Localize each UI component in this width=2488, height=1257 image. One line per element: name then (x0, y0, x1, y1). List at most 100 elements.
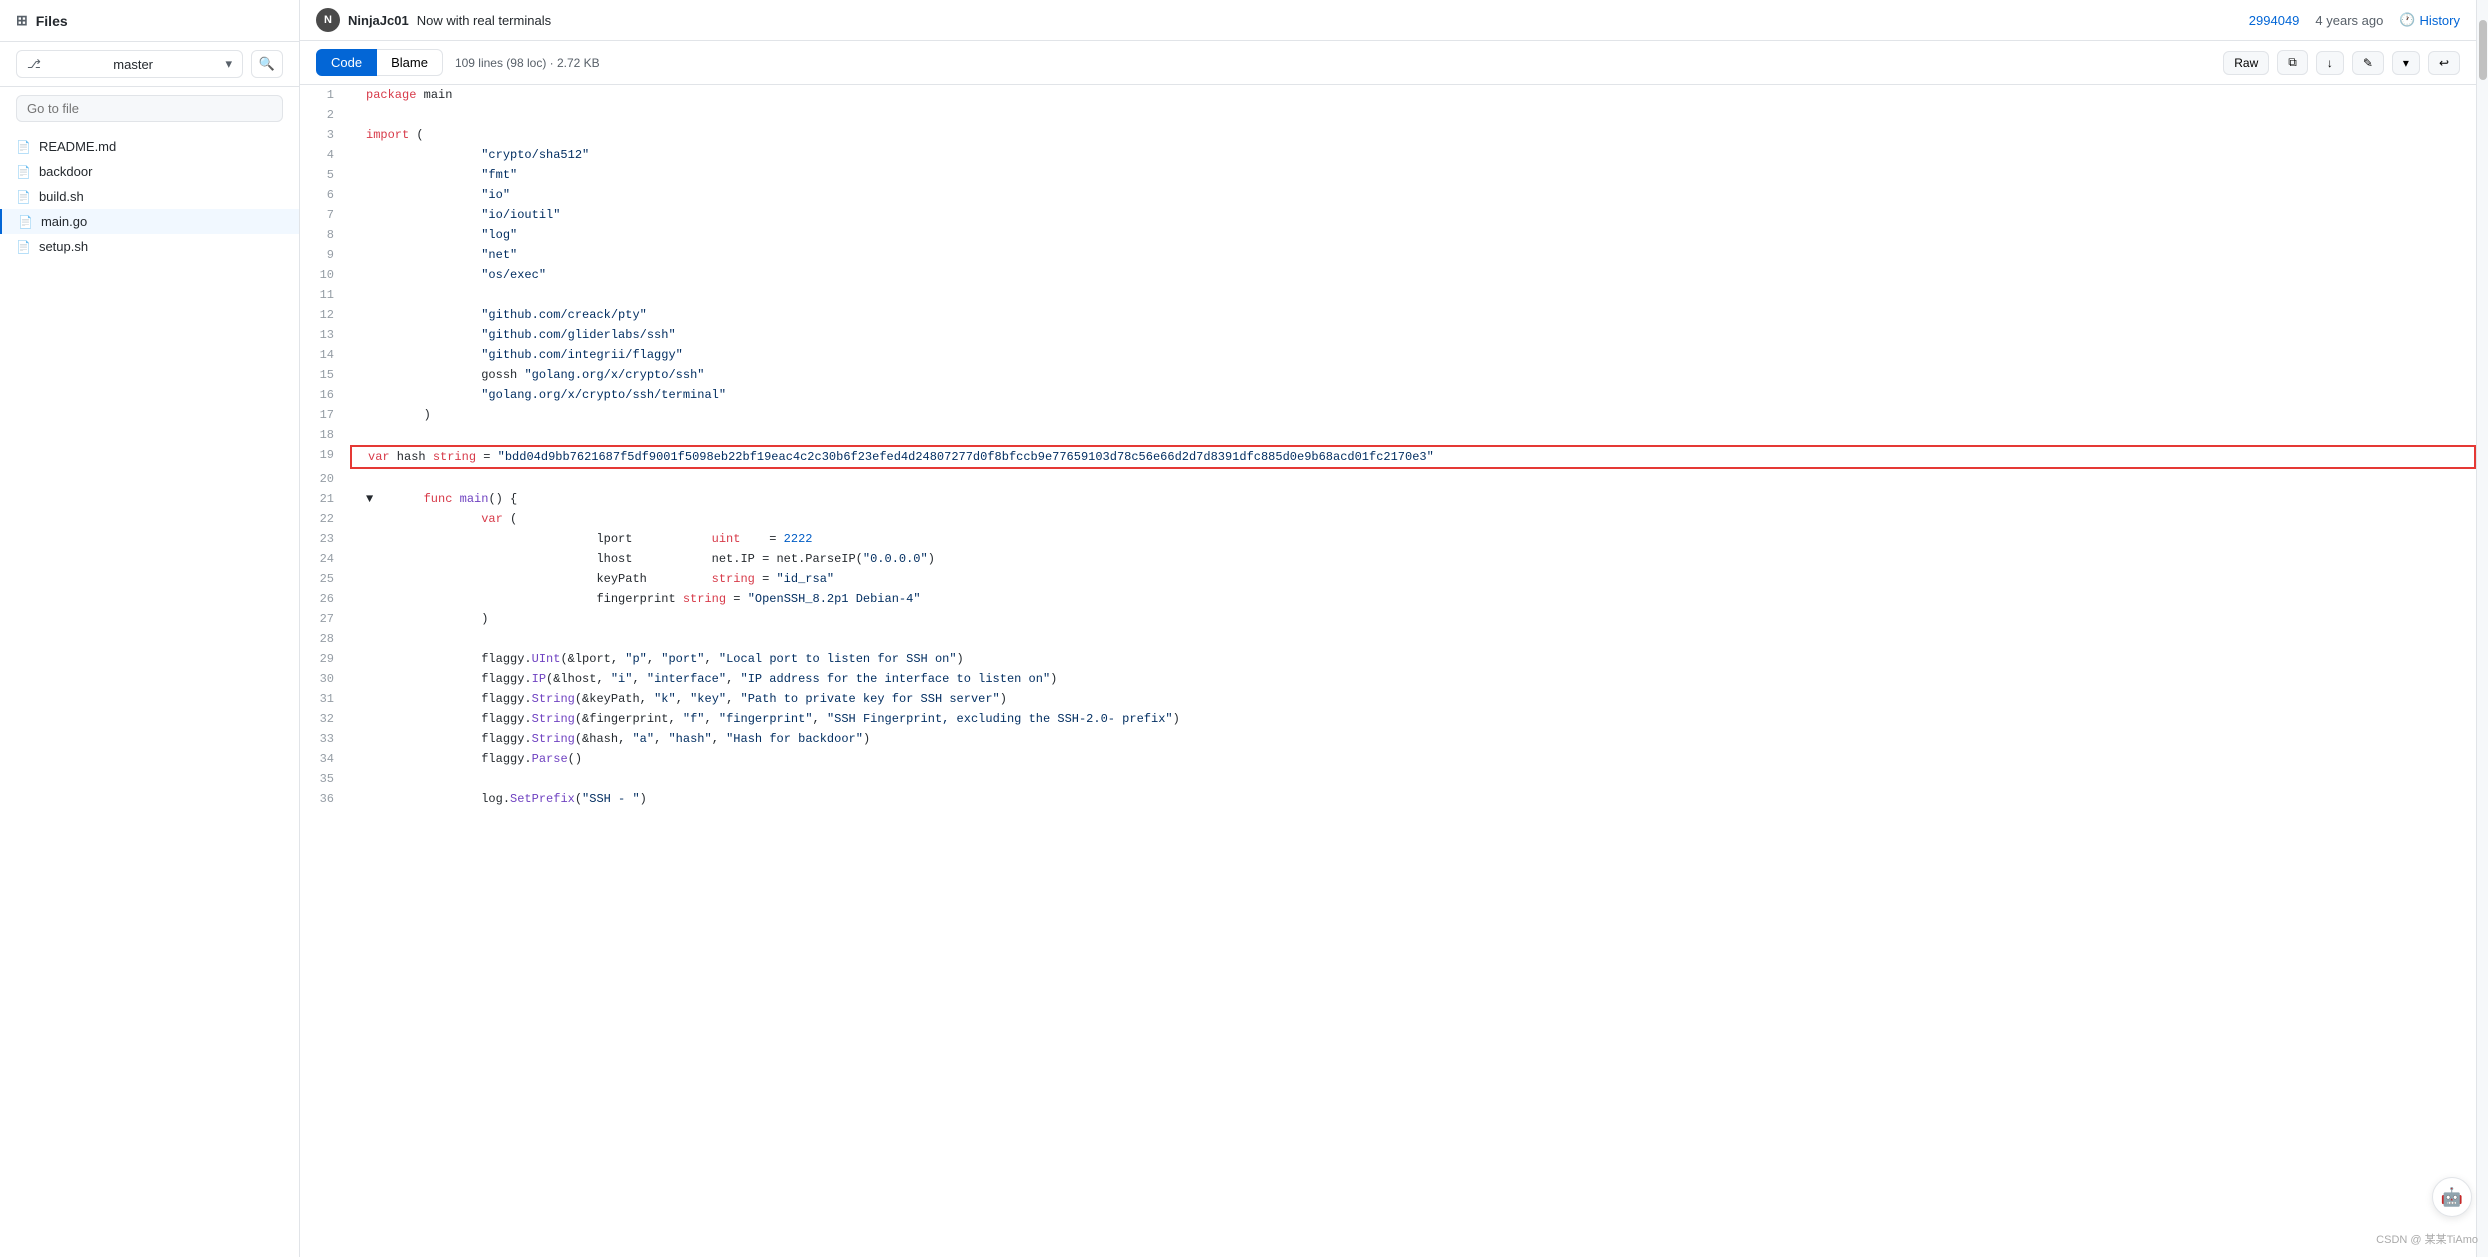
line-content (350, 469, 2476, 489)
line-content: var hash string = "bdd04d9bb7621687f5df9… (350, 445, 2476, 469)
line-content: "net" (350, 245, 2476, 265)
table-row: 34 flaggy.Parse() (300, 749, 2476, 769)
go-to-file-container (16, 95, 283, 122)
search-button[interactable]: 🔍 (251, 50, 283, 78)
table-row: 36 log.SetPrefix("SSH - ") (300, 789, 2476, 809)
line-content (350, 769, 2476, 789)
file-item[interactable]: 📄 build.sh (0, 184, 299, 209)
line-number: 11 (300, 285, 350, 305)
sidebar: ⊞ Files ⎇ master ▾ 🔍 📄README.md📄backdoor… (0, 0, 300, 1257)
line-number: 7 (300, 205, 350, 225)
commit-hash[interactable]: 2994049 (2249, 13, 2300, 28)
line-content (350, 629, 2476, 649)
line-content: "golang.org/x/crypto/ssh/terminal" (350, 385, 2476, 405)
line-content: "github.com/gliderlabs/ssh" (350, 325, 2476, 345)
copy-button[interactable]: ⧉ (2277, 50, 2308, 75)
line-content: lport uint = 2222 (350, 529, 2476, 549)
table-row: 15 gossh "golang.org/x/crypto/ssh" (300, 365, 2476, 385)
file-header-left: N NinjaJc01 Now with real terminals (316, 8, 551, 32)
file-name: build.sh (39, 189, 84, 204)
line-number: 5 (300, 165, 350, 185)
line-content: "io" (350, 185, 2476, 205)
line-content (350, 425, 2476, 445)
copy-icon: ⧉ (2288, 55, 2297, 70)
table-row: 6 "io" (300, 185, 2476, 205)
wrap-button[interactable]: ↩ (2428, 51, 2460, 75)
file-item[interactable]: 📄setup.sh (0, 234, 299, 259)
table-row: 12 "github.com/creack/pty" (300, 305, 2476, 325)
chevron-down-icon: ▾ (225, 56, 232, 72)
file-name: main.go (41, 214, 87, 229)
download-button[interactable]: ↓ (2316, 51, 2344, 75)
go-to-file-input[interactable] (16, 95, 283, 122)
table-row: 25 keyPath string = "id_rsa" (300, 569, 2476, 589)
table-row: 35 (300, 769, 2476, 789)
table-row: 20 (300, 469, 2476, 489)
line-number: 23 (300, 529, 350, 549)
branch-name: master (113, 57, 153, 72)
line-content: keyPath string = "id_rsa" (350, 569, 2476, 589)
copilot-button[interactable]: 🤖 (2432, 1177, 2472, 1217)
wrap-icon: ↩ (2439, 56, 2449, 70)
line-content: package main (350, 85, 2476, 105)
line-number: 10 (300, 265, 350, 285)
line-content: flaggy.String(&fingerprint, "f", "finger… (350, 709, 2476, 729)
table-row: 18 (300, 425, 2476, 445)
history-button[interactable]: 🕐 History (2399, 12, 2460, 28)
line-number: 18 (300, 425, 350, 445)
code-tab[interactable]: Code (316, 49, 377, 76)
edit-button[interactable]: ✎ (2352, 51, 2384, 75)
table-row: 4 "crypto/sha512" (300, 145, 2476, 165)
blame-tab[interactable]: Blame (377, 49, 443, 76)
chevron-down-icon: ▾ (2403, 56, 2409, 70)
table-row: 2 (300, 105, 2476, 125)
edit-icon: ✎ (2363, 56, 2373, 70)
branch-icon: ⎇ (27, 57, 41, 71)
file-icon: 📄 (16, 190, 31, 204)
code-container[interactable]: 1package main2 3import (4 "crypto/sha512… (300, 85, 2476, 1257)
file-name: setup.sh (39, 239, 88, 254)
commit-info: N NinjaJc01 Now with real terminals (316, 8, 551, 32)
line-number: 12 (300, 305, 350, 325)
file-item[interactable]: 📄backdoor (0, 159, 299, 184)
branch-selector: ⎇ master ▾ 🔍 (0, 42, 299, 87)
code-table: 1package main2 3import (4 "crypto/sha512… (300, 85, 2476, 809)
code-toolbar: Code Blame 109 lines (98 loc) · 2.72 KB … (300, 41, 2476, 85)
file-icon: 📄 (16, 140, 31, 154)
line-number: 27 (300, 609, 350, 629)
file-item[interactable]: 📄README.md (0, 134, 299, 159)
line-number: 14 (300, 345, 350, 365)
line-content (350, 285, 2476, 305)
file-list: 📄README.md📄backdoor📄build.sh📄main.go📄set… (0, 130, 299, 1257)
toolbar-right: Raw ⧉ ↓ ✎ ▾ ↩ (2223, 50, 2460, 75)
line-content: flaggy.IP(&lhost, "i", "interface", "IP … (350, 669, 2476, 689)
line-content: ) (350, 609, 2476, 629)
line-content: "crypto/sha512" (350, 145, 2476, 165)
table-row: 23 lport uint = 2222 (300, 529, 2476, 549)
more-button[interactable]: ▾ (2392, 51, 2420, 75)
header-right: 2994049 4 years ago 🕐 History (2249, 12, 2460, 28)
table-row: 29 flaggy.UInt(&lport, "p", "port", "Loc… (300, 649, 2476, 669)
file-icon: 📄 (16, 165, 31, 179)
clock-icon: 🕐 (2399, 12, 2415, 28)
line-content: log.SetPrefix("SSH - ") (350, 789, 2476, 809)
raw-button[interactable]: Raw (2223, 51, 2269, 75)
line-number: 8 (300, 225, 350, 245)
line-number: 34 (300, 749, 350, 769)
branch-dropdown[interactable]: ⎇ master ▾ (16, 50, 243, 78)
table-row: 13 "github.com/gliderlabs/ssh" (300, 325, 2476, 345)
table-row: 31 flaggy.String(&keyPath, "k", "key", "… (300, 689, 2476, 709)
line-number: 1 (300, 85, 350, 105)
line-number: 15 (300, 365, 350, 385)
line-content: ) (350, 405, 2476, 425)
avatar: N (316, 8, 340, 32)
right-scrollbar[interactable] (2476, 0, 2488, 1257)
line-content: "os/exec" (350, 265, 2476, 285)
line-content: flaggy.String(&keyPath, "k", "key", "Pat… (350, 689, 2476, 709)
table-row: 14 "github.com/integrii/flaggy" (300, 345, 2476, 365)
sidebar-header: ⊞ Files (0, 0, 299, 42)
line-number: 9 (300, 245, 350, 265)
file-item[interactable]: 📄main.go (0, 209, 299, 234)
line-number: 30 (300, 669, 350, 689)
line-content: flaggy.UInt(&lport, "p", "port", "Local … (350, 649, 2476, 669)
